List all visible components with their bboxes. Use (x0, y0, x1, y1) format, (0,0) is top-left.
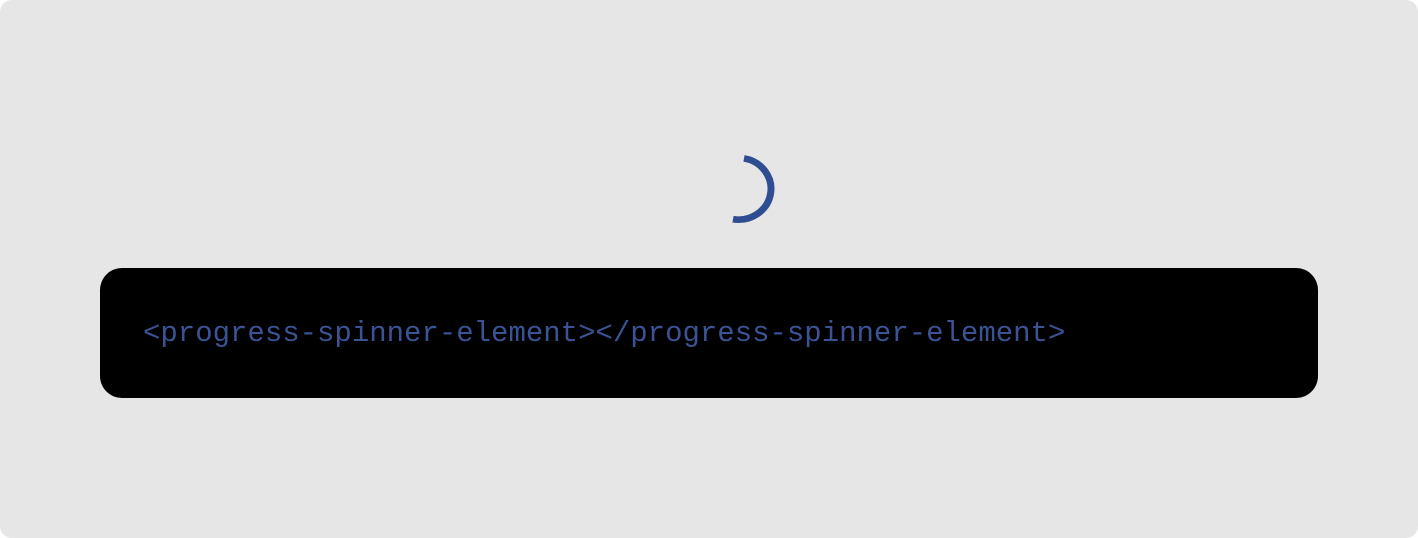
progress-spinner-icon (732, 155, 775, 223)
spinner-arc (732, 155, 775, 223)
demo-page: <progress-spinner-element></progress-spi… (0, 0, 1418, 538)
progress-spinner (699, 150, 779, 230)
code-snippet: <progress-spinner-element></progress-spi… (143, 316, 1066, 350)
code-block: <progress-spinner-element></progress-spi… (100, 268, 1318, 398)
